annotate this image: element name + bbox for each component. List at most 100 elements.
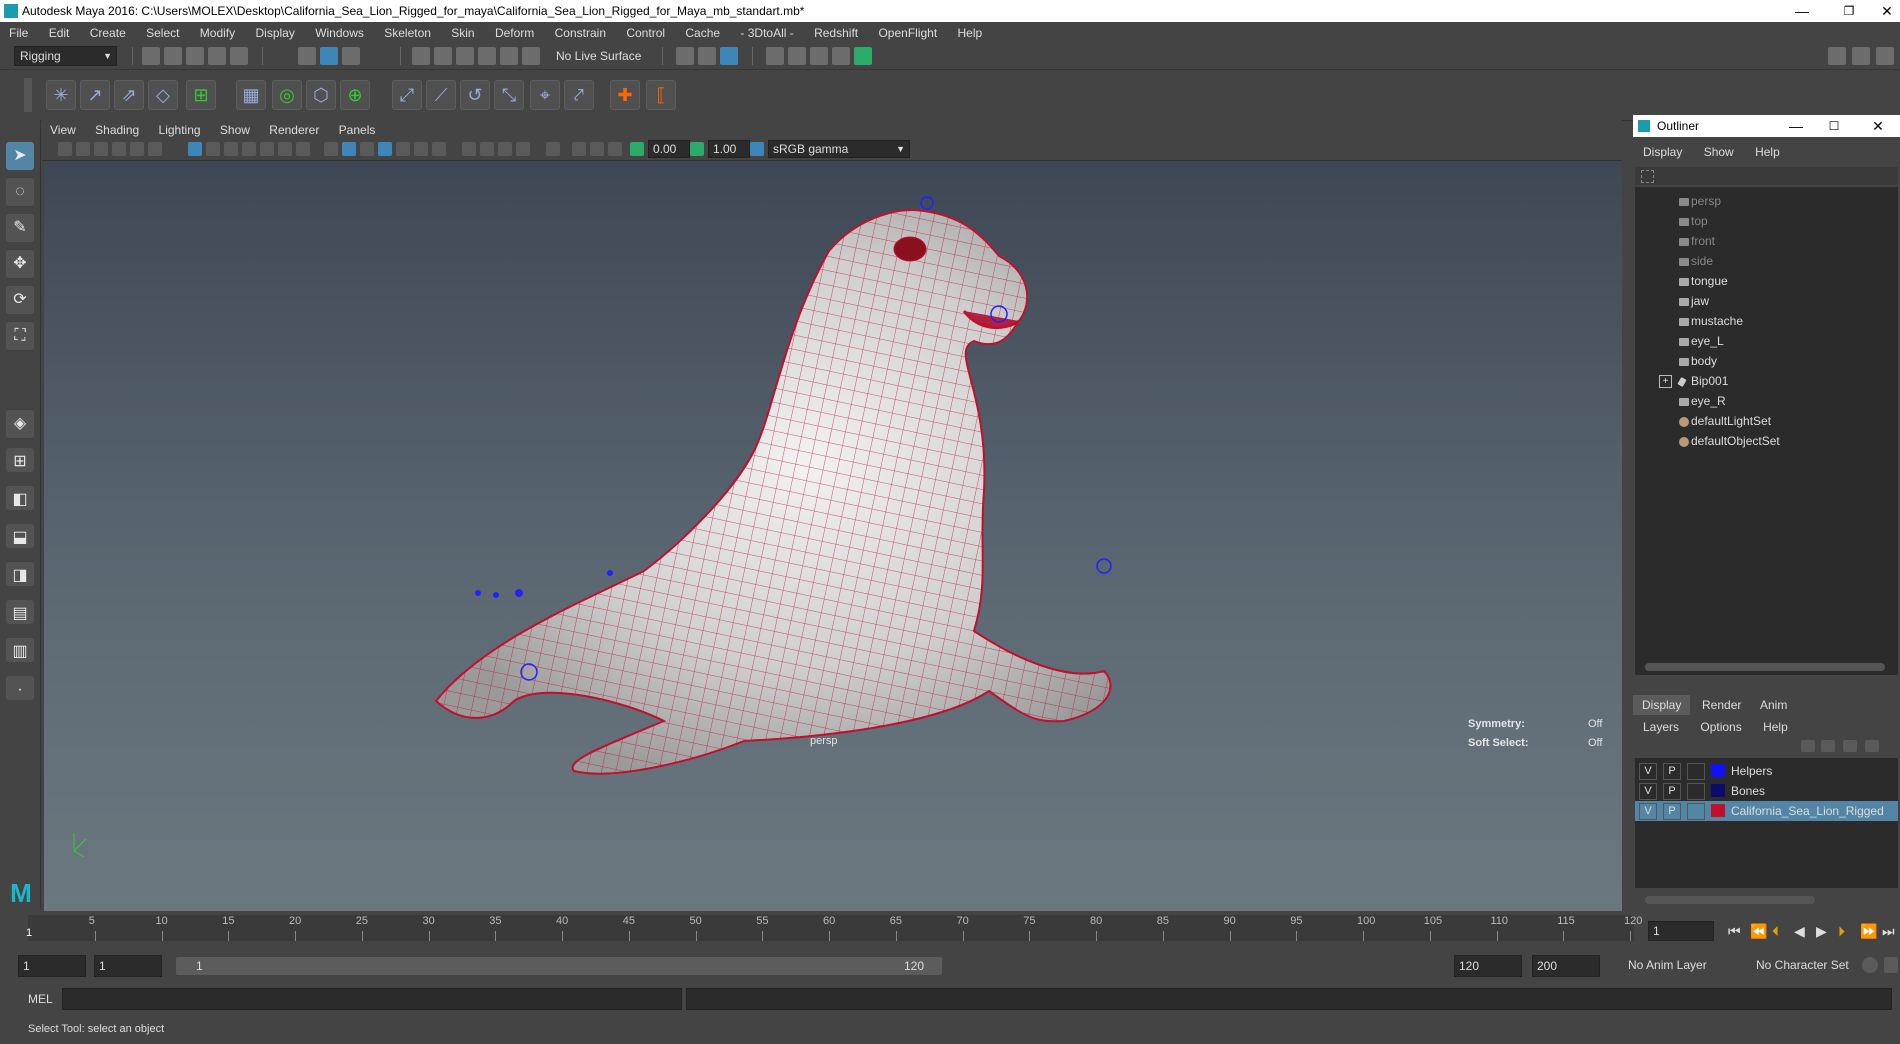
- layer-row-sea-lion[interactable]: V P California_Sea_Lion_Rigged: [1635, 801, 1898, 821]
- menu-modify[interactable]: Modify: [191, 22, 243, 40]
- aim-constraint-icon[interactable]: ⟋: [426, 80, 456, 110]
- anim-layer-dropdown[interactable]: No Anim Layer: [1622, 955, 1738, 975]
- menu-edit[interactable]: Edit: [40, 22, 78, 40]
- head-control[interactable]: [920, 196, 934, 210]
- outliner-item-tongue[interactable]: tongue: [1691, 272, 1728, 290]
- move-layer-up-icon[interactable]: [1801, 740, 1815, 752]
- ipr-render-icon[interactable]: [810, 47, 828, 65]
- animation-start-field[interactable]: 1: [18, 955, 86, 977]
- move-layer-down-icon[interactable]: [1821, 740, 1835, 752]
- outliner-menu-display[interactable]: Display: [1633, 141, 1690, 159]
- outliner-item-eye-r[interactable]: eye_R: [1691, 392, 1726, 410]
- move-tool-icon[interactable]: ✥: [6, 250, 34, 278]
- layer-visibility-toggle[interactable]: V: [1639, 763, 1657, 780]
- uv-editor-layout-icon[interactable]: ▤: [6, 600, 34, 624]
- render-settings-icon[interactable]: [720, 47, 738, 65]
- restore-button[interactable]: ❐: [1834, 2, 1864, 20]
- select-object-icon[interactable]: [320, 47, 338, 65]
- insert-joint-icon[interactable]: ◇: [148, 80, 178, 110]
- redshift-render-icon[interactable]: [854, 47, 872, 65]
- menu-file[interactable]: File: [0, 22, 36, 40]
- outliner-menu-show[interactable]: Show: [1694, 141, 1742, 159]
- gate-mask-icon[interactable]: [242, 142, 256, 156]
- menu-openflight[interactable]: OpenFlight: [869, 22, 945, 40]
- layer-color-swatch[interactable]: [1711, 764, 1725, 777]
- layer-row-helpers[interactable]: V P Helpers: [1635, 761, 1898, 781]
- layer-name[interactable]: Helpers: [1731, 761, 1772, 781]
- parent-constraint-icon[interactable]: ⌖: [530, 80, 560, 110]
- outliner-item-defaultlightset[interactable]: defaultLightSet: [1691, 412, 1771, 430]
- smooth-shade-icon[interactable]: [342, 142, 356, 156]
- 2d-pan-zoom-icon[interactable]: [130, 142, 144, 156]
- go-to-end-button[interactable]: ⏭: [1882, 923, 1895, 940]
- layer-horizontal-scrollbar[interactable]: [1645, 896, 1815, 904]
- textured-icon[interactable]: [396, 142, 410, 156]
- animation-preferences-icon[interactable]: [1884, 957, 1898, 973]
- outliner-item-top[interactable]: top: [1691, 212, 1708, 230]
- outliner-item-eye-l[interactable]: eye_L: [1691, 332, 1724, 350]
- current-frame-field[interactable]: 1: [1648, 921, 1714, 941]
- redo-icon[interactable]: [230, 47, 248, 65]
- character-set-dropdown[interactable]: No Character Set: [1750, 955, 1858, 975]
- sea-lion-model[interactable]: [44, 161, 1622, 911]
- xray-joints-icon[interactable]: [590, 142, 604, 156]
- layer-display-type[interactable]: [1687, 783, 1705, 800]
- xray-icon[interactable]: [572, 142, 586, 156]
- panel-menu-panels[interactable]: Panels: [331, 120, 384, 137]
- menu-deform[interactable]: Deform: [486, 22, 542, 40]
- outliner-search-bar[interactable]: [1635, 167, 1898, 185]
- menu-redshift[interactable]: Redshift: [805, 22, 866, 40]
- outliner-maximize-button[interactable]: ☐: [1819, 117, 1849, 135]
- snap-surface-icon[interactable]: [500, 47, 518, 65]
- snap-curve-icon[interactable]: [434, 47, 452, 65]
- menu-3dtoall[interactable]: - 3DtoAll -: [731, 22, 801, 40]
- right-flipper-control[interactable]: [1096, 558, 1112, 574]
- live-surface-label[interactable]: No Live Surface: [556, 49, 641, 63]
- layer-display-type[interactable]: [1687, 763, 1705, 780]
- outliner-item-persp[interactable]: persp: [1691, 192, 1721, 210]
- exposure-icon[interactable]: [630, 142, 644, 156]
- ambient-occlusion-icon[interactable]: [462, 142, 476, 156]
- render-view-icon[interactable]: [766, 47, 784, 65]
- orient-constraint-icon[interactable]: ↺: [460, 80, 490, 110]
- safe-title-icon[interactable]: [296, 142, 310, 156]
- layer-menu-layers[interactable]: Layers: [1633, 716, 1687, 734]
- default-material-icon[interactable]: [360, 142, 374, 156]
- wireframe-icon[interactable]: [324, 142, 338, 156]
- grid-toggle-icon[interactable]: [188, 142, 202, 156]
- time-slider[interactable]: 5 10 15 20 25 30 35 40 45 50 55 60 65 70 75 80 85 90 95 100…: [0, 911, 1900, 951]
- play-forwards-button[interactable]: ▶: [1816, 923, 1827, 940]
- layer-menu-options[interactable]: Options: [1690, 716, 1749, 734]
- ik-spline-icon[interactable]: ⇗: [114, 80, 144, 110]
- anti-aliasing-icon[interactable]: [498, 142, 512, 156]
- playback-end-field[interactable]: 120: [1454, 955, 1522, 977]
- step-forward-frame-button[interactable]: ⏩: [1860, 923, 1877, 940]
- rotate-tool-icon[interactable]: ⟳: [6, 286, 34, 314]
- menu-cache[interactable]: Cache: [676, 22, 728, 40]
- tab-display[interactable]: Display: [1633, 695, 1691, 715]
- gamma-icon[interactable]: [690, 142, 704, 156]
- single-perspective-layout-icon[interactable]: ◈: [6, 410, 34, 438]
- new-scene-icon[interactable]: [142, 47, 160, 65]
- outliner-item-jaw[interactable]: jaw: [1691, 292, 1709, 310]
- collapse-layout-icon[interactable]: ·: [6, 676, 34, 700]
- render-sequence-icon[interactable]: [788, 47, 806, 65]
- layer-playback-toggle[interactable]: P: [1663, 803, 1681, 820]
- menu-set-dropdown[interactable]: Rigging ▼: [14, 46, 117, 66]
- image-plane-icon[interactable]: [112, 142, 126, 156]
- select-camera-icon[interactable]: [58, 142, 72, 156]
- menu-help[interactable]: Help: [949, 22, 991, 40]
- wire-deformer-icon[interactable]: ⊕: [340, 80, 370, 110]
- outliner-item-defaultobjectset[interactable]: defaultObjectSet: [1691, 432, 1780, 450]
- snap-magnet-icon[interactable]: [522, 47, 540, 65]
- grease-pencil-icon[interactable]: [148, 142, 162, 156]
- xray-components-icon[interactable]: [608, 142, 622, 156]
- layer-visibility-toggle[interactable]: V: [1639, 783, 1657, 800]
- outliner-horizontal-scrollbar[interactable]: [1645, 663, 1885, 671]
- left-flipper-control[interactable]: [515, 589, 523, 597]
- layer-display-type[interactable]: [1687, 803, 1705, 820]
- pole-vector-icon[interactable]: ⤤: [564, 80, 594, 110]
- outliner-close-button[interactable]: ✕: [1863, 117, 1893, 135]
- open-scene-icon[interactable]: [164, 47, 182, 65]
- gamma-field[interactable]: 1.00: [708, 140, 750, 158]
